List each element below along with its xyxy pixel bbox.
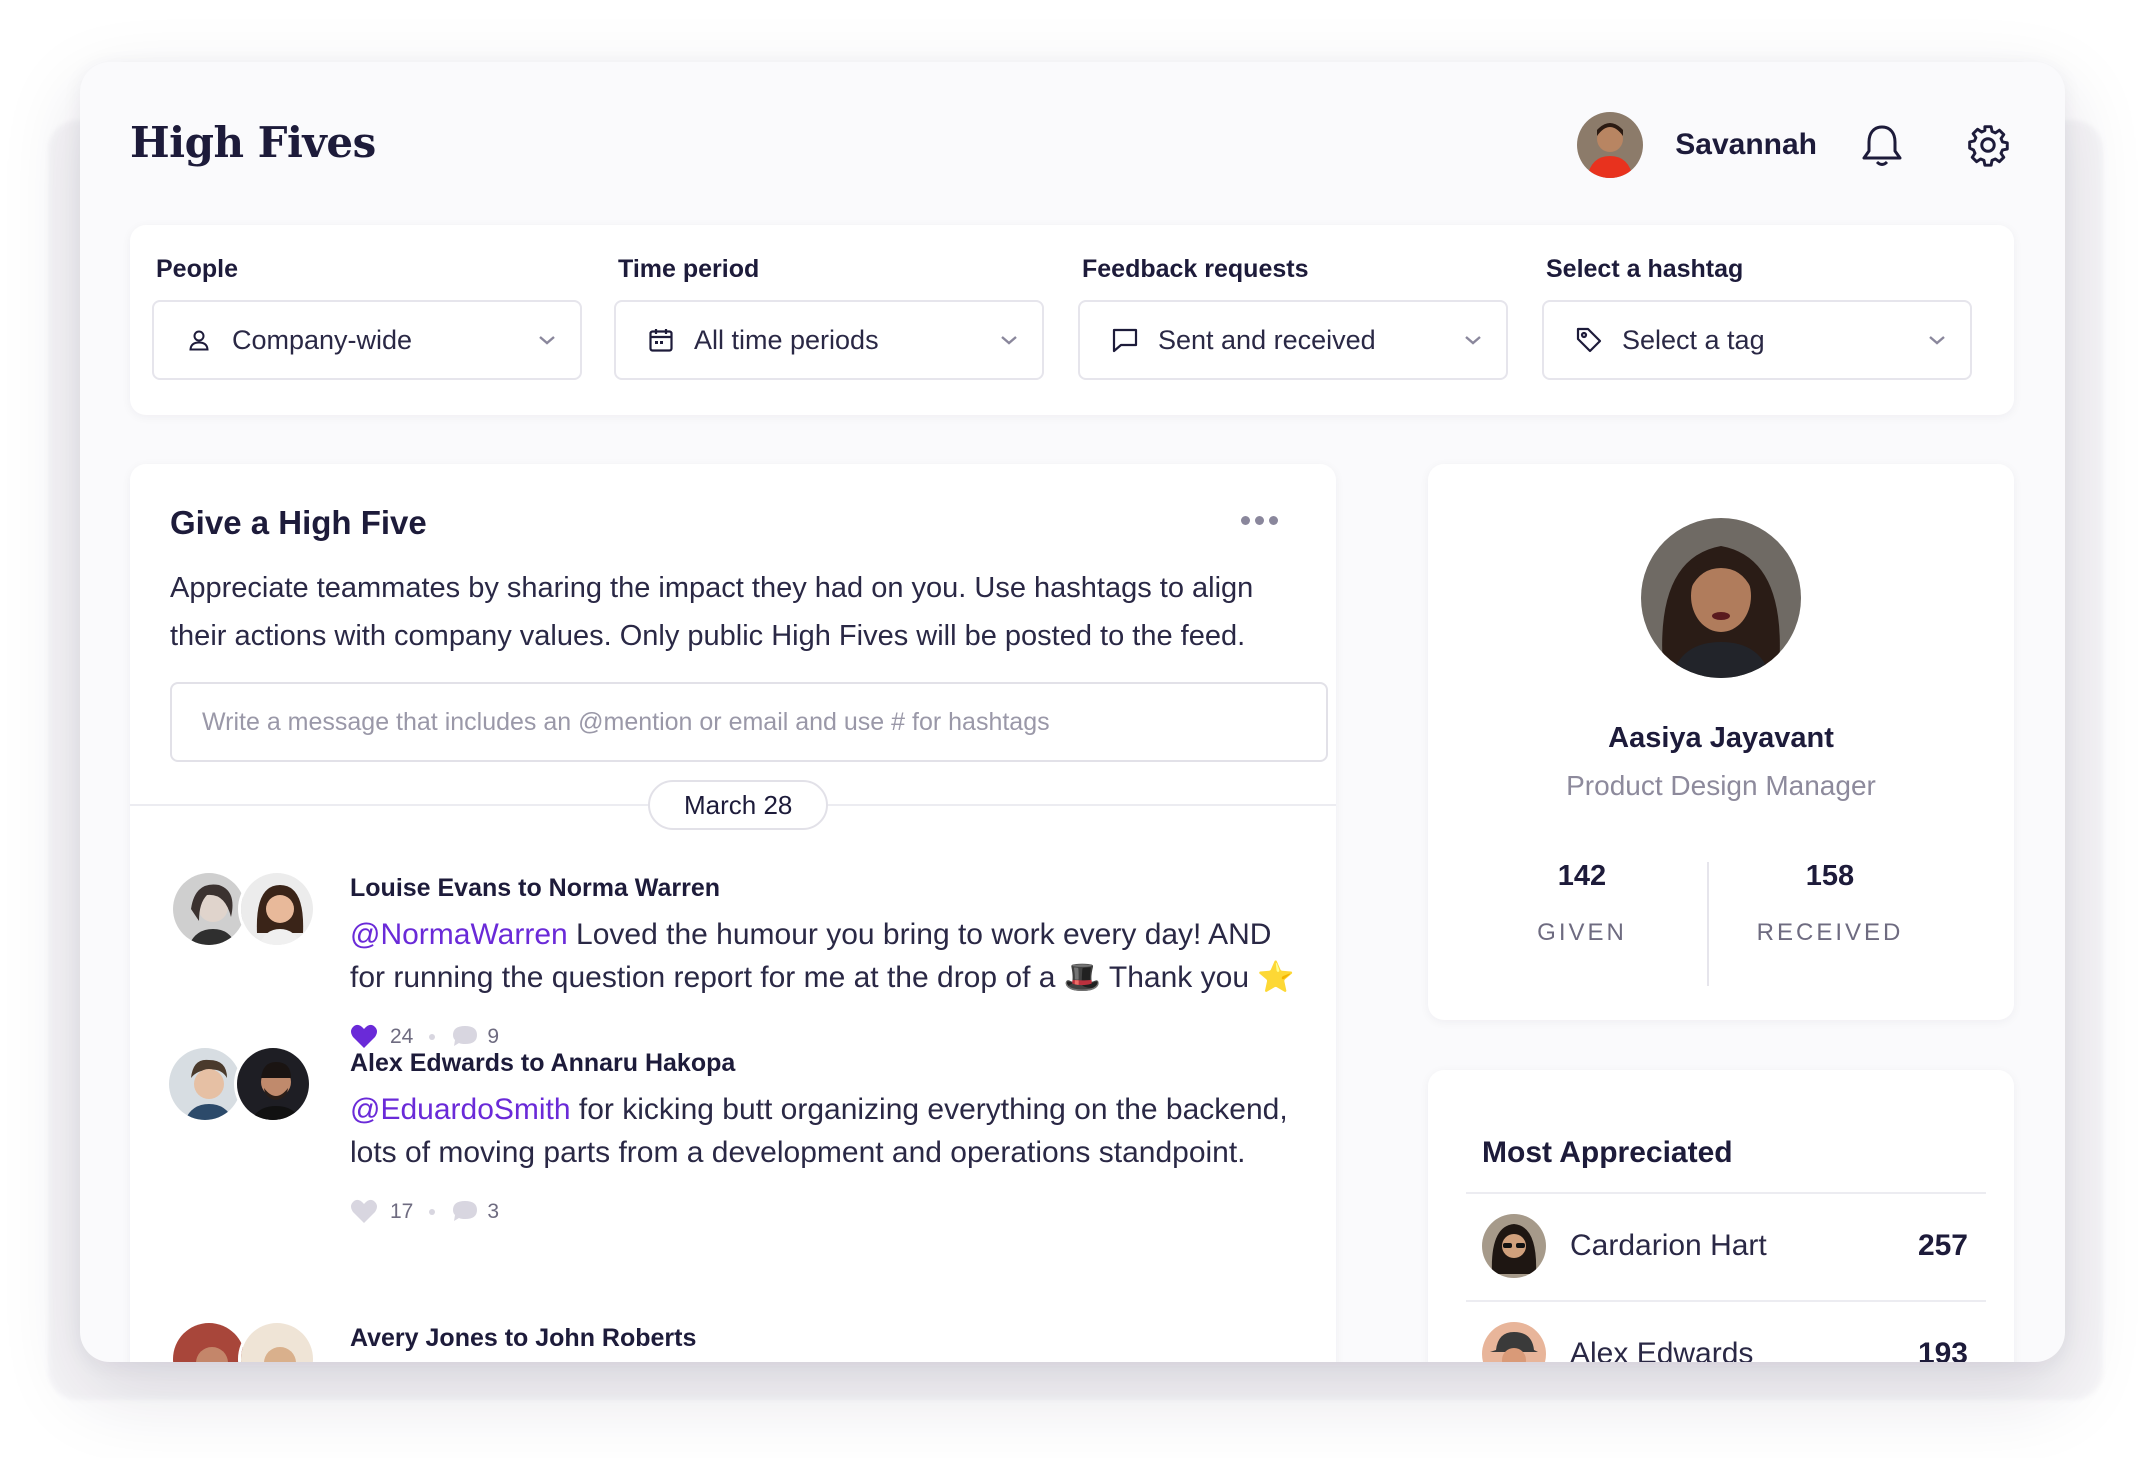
most-appreciated-card: Most Appreciated Cardarion Hart 257 Alex… bbox=[1428, 1070, 2014, 1362]
stat-divider bbox=[1707, 862, 1709, 986]
chevron-down-icon bbox=[536, 329, 558, 351]
given-label: GIVEN bbox=[1537, 919, 1627, 946]
post-message-end: Thank you bbox=[1101, 961, 1258, 994]
give-high-five-card: Give a High Five Appreciate teammates by… bbox=[130, 464, 1336, 1362]
chevron-down-icon bbox=[1926, 329, 1948, 351]
feed-date-pill: March 28 bbox=[648, 780, 829, 830]
high-five-message-input[interactable] bbox=[170, 682, 1328, 762]
received-label: RECEIVED bbox=[1756, 919, 1904, 946]
given-stat: 142 GIVEN bbox=[1482, 860, 1682, 947]
sender-avatar[interactable] bbox=[170, 870, 248, 948]
filter-hashtag: Select a hashtag Select a tag bbox=[1542, 255, 1972, 380]
list-item[interactable]: Alex Edwards 193 bbox=[1482, 1314, 1968, 1362]
filter-label: Time period bbox=[618, 255, 760, 283]
post-text: @EduardoSmith for kicking butt organizin… bbox=[350, 1088, 1310, 1174]
give-high-five-description: Appreciate teammates by sharing the impa… bbox=[170, 572, 1254, 652]
hashtag-select[interactable]: Select a tag bbox=[1542, 300, 1972, 380]
given-count: 142 bbox=[1557, 860, 1607, 892]
post-avatars bbox=[166, 1045, 330, 1125]
post-avatars bbox=[170, 1320, 330, 1362]
user-avatar[interactable] bbox=[1577, 112, 1644, 178]
post-body: Alex Edwards to Annaru Hakopa @EduardoSm… bbox=[350, 1045, 1310, 1226]
filter-label: Feedback requests bbox=[1082, 255, 1309, 283]
select-value: Sent and received bbox=[1158, 324, 1376, 355]
list-item[interactable]: Cardarion Hart 257 bbox=[1482, 1206, 1968, 1286]
person-name: Cardarion Hart bbox=[1570, 1229, 1767, 1262]
person-name: Alex Edwards bbox=[1570, 1337, 1754, 1362]
comment-icon[interactable] bbox=[451, 1199, 479, 1225]
feedback-requests-select[interactable]: Sent and received bbox=[1078, 300, 1508, 380]
most-appreciated-title: Most Appreciated bbox=[1482, 1136, 1733, 1169]
person-icon bbox=[184, 325, 214, 355]
comments-count: 3 bbox=[487, 1200, 500, 1223]
person-avatar bbox=[1482, 1214, 1546, 1278]
list-divider bbox=[1466, 1300, 1986, 1302]
sender-avatar[interactable] bbox=[166, 1045, 244, 1123]
star-emoji: ⭐ bbox=[1257, 961, 1295, 994]
tag-icon bbox=[1574, 325, 1604, 355]
post-header: Louise Evans to Norma Warren bbox=[350, 874, 720, 902]
post-meta: 17 3 bbox=[350, 1198, 1310, 1226]
notification-bell-icon[interactable] bbox=[1857, 120, 1907, 170]
more-options-icon[interactable] bbox=[1241, 516, 1278, 525]
header-user-area: Savannah bbox=[1577, 110, 2013, 180]
appreciation-count: 257 bbox=[1917, 1229, 1968, 1262]
app-window: High Fives Savannah People Company-wide … bbox=[80, 62, 2065, 1362]
post-body: Avery Jones to John Roberts bbox=[350, 1320, 1310, 1353]
people-select[interactable]: Company-wide bbox=[152, 300, 582, 380]
post-text: @NormaWarren Loved the humour you bring … bbox=[350, 913, 1310, 999]
filter-label: Select a hashtag bbox=[1546, 255, 1744, 283]
chevron-down-icon bbox=[998, 329, 1020, 351]
meta-separator bbox=[429, 1034, 436, 1040]
chevron-down-icon bbox=[1462, 329, 1484, 351]
select-value: All time periods bbox=[694, 324, 879, 355]
profile-role: Product Design Manager bbox=[1566, 770, 1876, 801]
select-value: Select a tag bbox=[1622, 324, 1765, 355]
top-hat-emoji: 🎩 bbox=[1063, 961, 1102, 994]
filter-time-period: Time period All time periods bbox=[614, 255, 1044, 380]
user-name[interactable]: Savannah bbox=[1675, 128, 1817, 162]
calendar-icon bbox=[646, 325, 676, 355]
post-body: Louise Evans to Norma Warren @NormaWarre… bbox=[350, 870, 1310, 1051]
post-header: Avery Jones to John Roberts bbox=[350, 1324, 697, 1352]
time-period-select[interactable]: All time periods bbox=[614, 300, 1044, 380]
app-title: High Fives bbox=[130, 118, 376, 167]
mention-link[interactable]: @EduardoSmith bbox=[350, 1093, 571, 1126]
heart-icon[interactable] bbox=[350, 1198, 380, 1226]
profile-card: Aasiya Jayavant Product Design Manager 1… bbox=[1428, 464, 2014, 1020]
filter-feedback-requests: Feedback requests Sent and received bbox=[1078, 255, 1508, 380]
filters-panel: People Company-wide Time period All time… bbox=[130, 225, 2014, 415]
filter-people: People Company-wide bbox=[152, 255, 582, 380]
recipient-avatar[interactable] bbox=[238, 1320, 316, 1362]
list-divider bbox=[1466, 1192, 1986, 1194]
filter-label: People bbox=[156, 255, 238, 283]
received-count: 158 bbox=[1805, 860, 1855, 892]
received-stat: 158 RECEIVED bbox=[1730, 860, 1930, 947]
mention-link[interactable]: @NormaWarren bbox=[350, 918, 568, 951]
likes-count: 17 bbox=[390, 1200, 414, 1223]
recipient-avatar[interactable] bbox=[238, 870, 316, 948]
post-avatars bbox=[170, 870, 330, 950]
post-header: Alex Edwards to Annaru Hakopa bbox=[350, 1049, 736, 1077]
give-high-five-title: Give a High Five bbox=[170, 504, 427, 541]
select-value: Company-wide bbox=[232, 324, 413, 355]
message-icon bbox=[1110, 325, 1140, 355]
appreciation-count: 193 bbox=[1917, 1337, 1968, 1362]
person-avatar bbox=[1482, 1322, 1546, 1362]
sender-avatar[interactable] bbox=[170, 1320, 248, 1362]
settings-gear-icon[interactable] bbox=[1963, 120, 2013, 170]
profile-name: Aasiya Jayavant bbox=[1608, 722, 1834, 754]
profile-avatar[interactable] bbox=[1641, 518, 1801, 678]
meta-separator bbox=[429, 1209, 436, 1215]
recipient-avatar[interactable] bbox=[234, 1045, 312, 1123]
